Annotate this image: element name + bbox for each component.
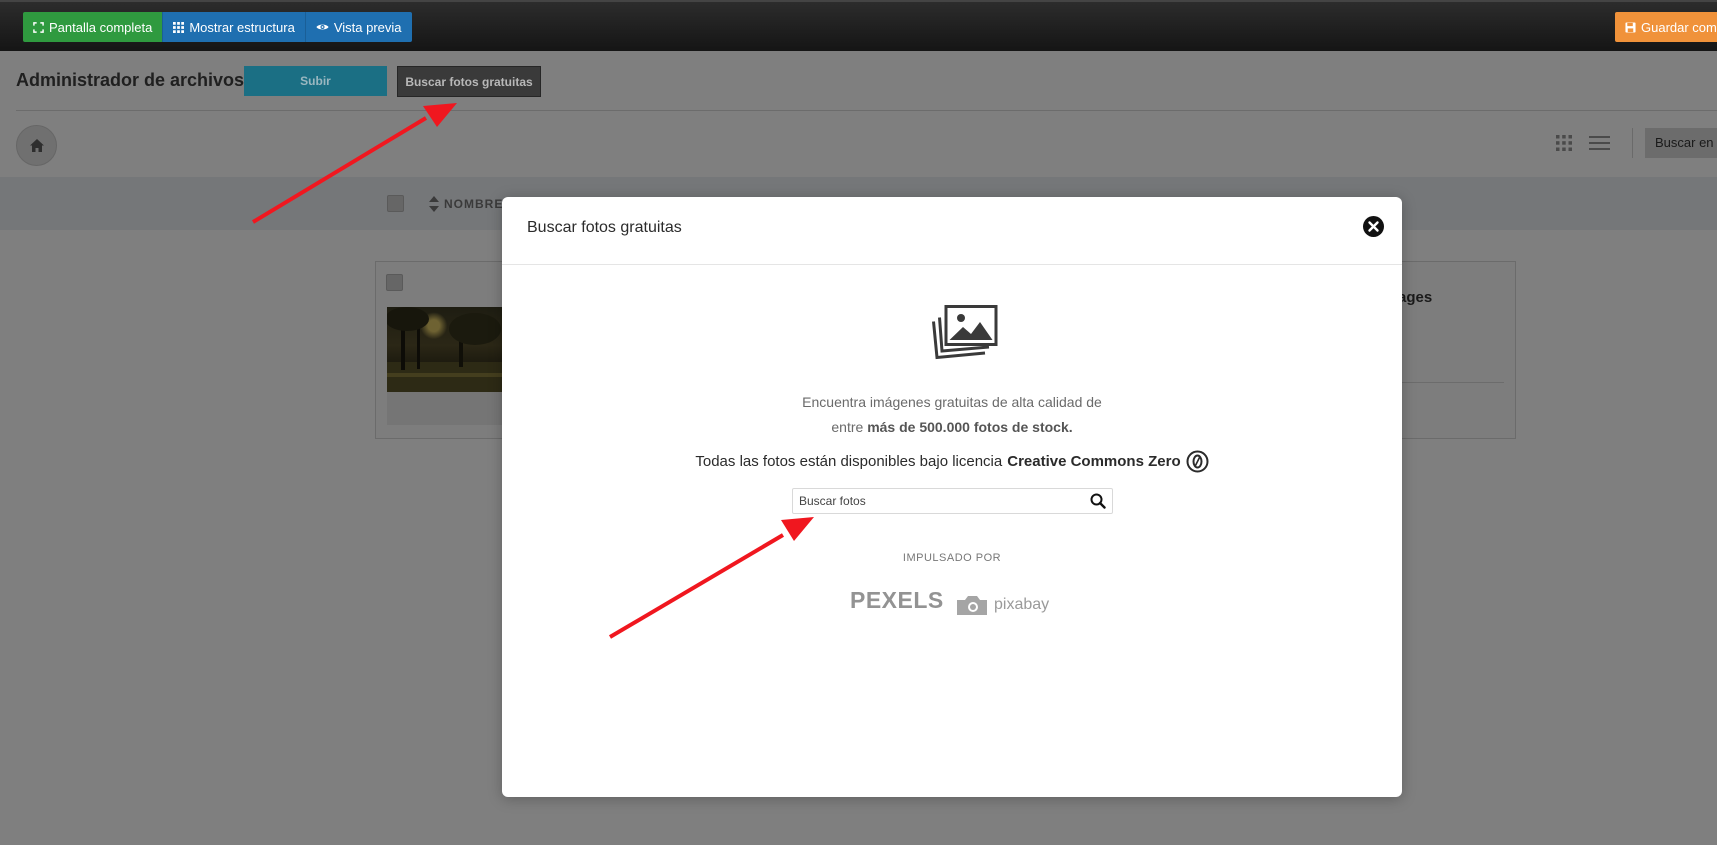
grid-view-icon[interactable] bbox=[1556, 135, 1572, 151]
file-thumbnail[interactable] bbox=[387, 307, 504, 392]
eye-icon bbox=[316, 24, 329, 30]
column-name-header[interactable]: NOMBRE bbox=[444, 197, 503, 211]
pixabay-wordmark: pixabay bbox=[994, 596, 1050, 613]
sort-icon[interactable] bbox=[429, 196, 439, 212]
file-search-button[interactable]: Buscar en bbox=[1645, 128, 1717, 158]
license-name: Creative Commons Zero bbox=[1007, 453, 1181, 470]
license-prefix: Todas las fotos están disponibles bajo l… bbox=[695, 453, 1003, 470]
show-structure-button[interactable]: Mostrar estructura bbox=[162, 12, 305, 42]
top-toolbar: Pantalla completa Mostrar estructura Vis… bbox=[0, 0, 1717, 51]
save-as-label: Guardar como bbox=[1641, 19, 1717, 35]
divider bbox=[1632, 128, 1633, 158]
camera-icon bbox=[957, 596, 987, 615]
file-name: ages bbox=[1398, 289, 1433, 306]
page-title: Administrador de archivos bbox=[16, 70, 245, 90]
upload-button[interactable]: Subir bbox=[244, 66, 387, 96]
close-icon[interactable] bbox=[1363, 216, 1384, 237]
free-photos-button[interactable]: Buscar fotos gratuitas bbox=[397, 66, 541, 97]
photo-gallery-icon bbox=[932, 305, 998, 360]
fullscreen-button[interactable]: Pantalla completa bbox=[23, 12, 163, 42]
save-as-button[interactable]: Guardar como bbox=[1615, 12, 1717, 42]
photo-search-field[interactable] bbox=[792, 488, 1113, 514]
grid-icon bbox=[173, 21, 185, 33]
thumbnail-caption-bar bbox=[387, 392, 504, 425]
divider bbox=[1394, 382, 1504, 383]
description-line-2: entre más de 500.000 fotos de stock. bbox=[502, 419, 1402, 435]
description-prefix: entre bbox=[831, 419, 868, 435]
toolbar-button-group: Pantalla completa Mostrar estructura Vis… bbox=[23, 12, 412, 42]
preview-button[interactable]: Vista previa bbox=[304, 12, 412, 42]
powered-by-label: IMPULSADO POR bbox=[902, 552, 1002, 564]
pixabay-logo[interactable]: pixabay bbox=[955, 593, 1049, 617]
list-view-icon[interactable] bbox=[1589, 136, 1610, 150]
fullscreen-label: Pantalla completa bbox=[49, 19, 153, 35]
divider bbox=[16, 110, 1717, 111]
photo-search-input[interactable] bbox=[799, 494, 1090, 508]
pexels-logo[interactable]: PEXELS bbox=[850, 587, 944, 614]
expand-icon bbox=[33, 21, 44, 33]
modal-divider bbox=[502, 264, 1402, 265]
home-button[interactable] bbox=[16, 125, 57, 166]
license-line: Todas las fotos están disponibles bajo l… bbox=[502, 450, 1402, 473]
modal-title: Buscar fotos gratuitas bbox=[527, 219, 682, 236]
forest-thumbnail-image bbox=[387, 307, 504, 392]
select-all-checkbox[interactable] bbox=[387, 195, 404, 212]
file-checkbox[interactable] bbox=[386, 274, 403, 291]
preview-label: Vista previa bbox=[333, 19, 402, 35]
search-icon[interactable] bbox=[1090, 493, 1106, 509]
description-line-1: Encuentra imágenes gratuitas de alta cal… bbox=[802, 394, 1102, 410]
show-structure-label: Mostrar estructura bbox=[189, 19, 295, 35]
floppy-disk-icon bbox=[1625, 21, 1636, 33]
stock-count-text: más de 500.000 fotos de stock. bbox=[867, 419, 1073, 435]
cc-zero-icon bbox=[1186, 450, 1209, 473]
home-icon bbox=[29, 139, 44, 152]
free-photos-modal: Buscar fotos gratuitas Encuentra imágene… bbox=[502, 197, 1402, 797]
